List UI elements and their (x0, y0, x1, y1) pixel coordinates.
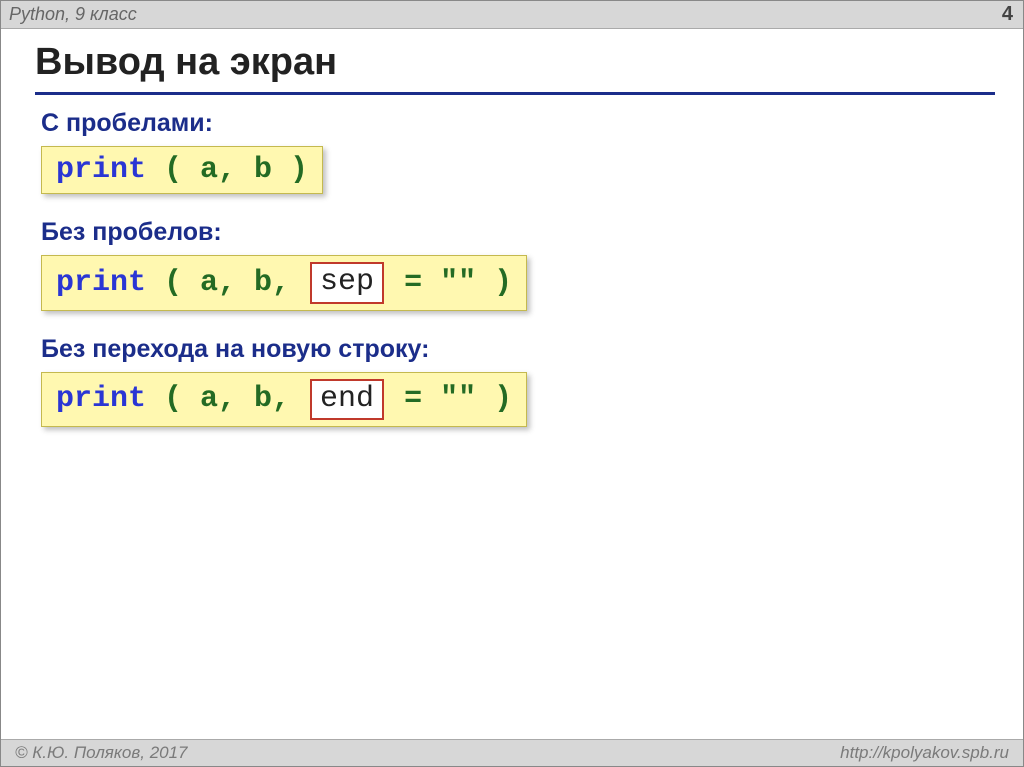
param-end: end (310, 379, 384, 421)
code-spaces: print ( a, b ) (41, 146, 323, 194)
copyright: © К.Ю. Поляков, 2017 (15, 743, 188, 763)
section-nonewline-label: Без перехода на новую строку: (41, 335, 995, 364)
keyword-print: print (56, 153, 146, 187)
param-sep: sep (310, 262, 384, 304)
code-nonewline: print ( a, b, end = "" ) (41, 372, 527, 428)
code-text: ( a, b, (146, 382, 308, 416)
course-label: Python, 9 класс (9, 4, 137, 25)
section-spaces-label: С пробелами: (41, 109, 995, 138)
keyword-print: print (56, 382, 146, 416)
code-text: = "" ) (386, 266, 512, 300)
slide: Python, 9 класс 4 Вывод на экран С пробе… (0, 0, 1024, 767)
code-text: = "" ) (386, 382, 512, 416)
header-bar: Python, 9 класс 4 (1, 1, 1023, 29)
code-nospaces: print ( a, b, sep = "" ) (41, 255, 527, 311)
footer-bar: © К.Ю. Поляков, 2017 http://kpolyakov.sp… (1, 739, 1023, 766)
section-nospaces-label: Без пробелов: (41, 218, 995, 247)
code-text: ( a, b ) (146, 153, 308, 187)
keyword-print: print (56, 266, 146, 300)
footer-url: http://kpolyakov.spb.ru (840, 743, 1009, 763)
slide-title: Вывод на экран (35, 41, 995, 95)
content-area: Вывод на экран С пробелами: print ( a, b… (1, 29, 1023, 739)
page-number: 4 (1002, 3, 1013, 26)
code-text: ( a, b, (146, 266, 308, 300)
